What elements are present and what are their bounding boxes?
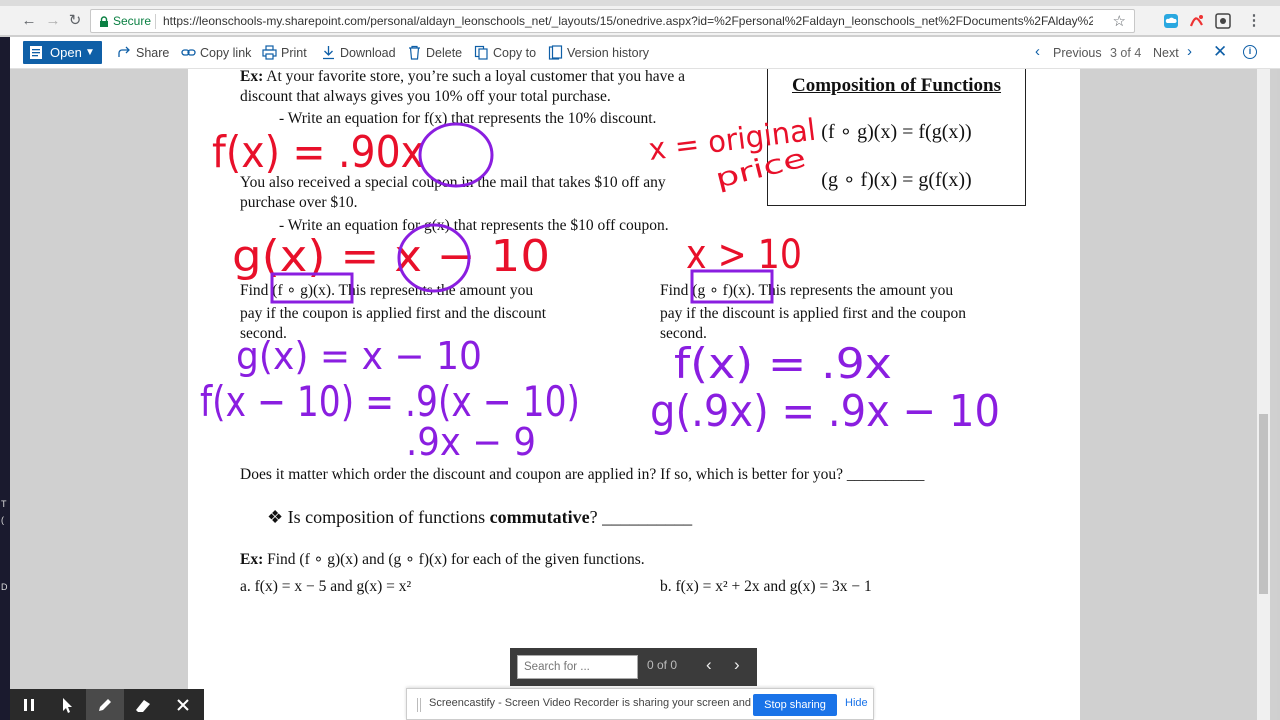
find-previous-icon[interactable]: ‹ <box>706 654 712 676</box>
next-button[interactable]: Next <box>1153 44 1179 62</box>
browser-menu-icon[interactable]: ⋮ <box>1243 10 1265 32</box>
close-icon[interactable]: ✕ <box>1213 42 1227 62</box>
edge-glyph: T <box>1 499 7 509</box>
pen-tool-button[interactable] <box>86 689 124 720</box>
pause-button[interactable] <box>10 689 48 720</box>
word-doc-icon <box>30 46 42 59</box>
find-input[interactable] <box>517 655 638 679</box>
composition-formula-gof: (g ∘ f)(x) = g(f(x)) <box>821 169 972 191</box>
lock-icon <box>100 16 108 27</box>
find-gof-line-3: second. <box>660 325 707 342</box>
composition-box: Composition of Functions (f ∘ g)(x) = f(… <box>767 69 1026 206</box>
secure-label: Secure <box>113 14 152 28</box>
pdf-extension-icon[interactable] <box>1188 12 1206 30</box>
vertical-scrollbar[interactable] <box>1257 69 1270 720</box>
sharing-notice: Screencastify - Screen Video Recorder is… <box>429 697 785 709</box>
composition-formula-fog: (f ∘ g)(x) = f(g(x)) <box>821 121 972 143</box>
annotation-toolbar <box>10 689 204 720</box>
composition-title: Composition of Functions <box>791 75 1002 96</box>
coupon-line-2: purchase over $10. <box>240 194 358 211</box>
find-fog-line-3: second. <box>240 325 287 342</box>
next-chevron-icon[interactable]: › <box>1187 42 1192 62</box>
forward-arrow-icon[interactable]: → <box>42 10 64 32</box>
chevron-down-icon: ▼ <box>85 47 95 58</box>
close-icon <box>177 699 189 711</box>
document-toolbar: Open ▼ Share Copy link Print Download De… <box>0 37 1280 69</box>
copy-to-button[interactable]: Copy to <box>474 44 536 62</box>
commutative-question: ❖ Is composition of functions commutativ… <box>267 507 693 527</box>
open-label: Open <box>50 45 82 60</box>
open-button[interactable]: Open ▼ <box>23 41 102 64</box>
info-icon[interactable]: i <box>1243 45 1257 59</box>
url-field[interactable]: Secure https://leonschools-my.sharepoint… <box>90 9 1135 33</box>
edge-glyph: D <box>1 582 8 592</box>
screen-sharing-banner: Screencastify - Screen Video Recorder is… <box>406 688 874 720</box>
find-next-icon[interactable]: › <box>734 654 740 676</box>
share-button[interactable]: Share <box>117 44 169 62</box>
hide-button[interactable]: Hide <box>845 697 868 709</box>
find-fog-line-1: Find (f ∘ g)(x). This represents the amo… <box>240 282 534 299</box>
scrollbar-thumb[interactable] <box>1259 414 1268 594</box>
pointer-tool-button[interactable] <box>48 689 86 720</box>
eraser-tool-button[interactable] <box>124 689 162 720</box>
printer-icon <box>262 45 277 60</box>
find-result-count: 0 of 0 <box>647 658 678 672</box>
order-question: Does it matter which order the discount … <box>240 466 925 483</box>
find-gof-line-2: pay if the discount is applied first and… <box>660 305 967 322</box>
find-fog-line-2: pay if the coupon is applied first and t… <box>240 305 547 322</box>
page-counter: 3 of 4 <box>1110 46 1142 60</box>
link-icon <box>181 49 196 56</box>
example-2-line: Ex: Find (f ∘ g)(x) and (g ∘ f)(x) for e… <box>240 551 645 568</box>
url-text: https://leonschools-my.sharepoint.com/pe… <box>163 14 1093 28</box>
download-button[interactable]: Download <box>321 44 396 62</box>
cursor-icon <box>63 698 72 713</box>
desktop-edge: T ( D <box>0 37 10 720</box>
cloud-extension-icon[interactable] <box>1162 12 1180 30</box>
example-2-part-a: a. f(x) = x − 5 and g(x) = x² <box>240 578 412 595</box>
close-annotation-button[interactable] <box>164 689 202 720</box>
eraser-icon <box>136 700 150 712</box>
drag-handle-icon[interactable] <box>417 698 421 712</box>
example-1-line-1: Ex: At your favorite store, you’re such … <box>240 68 686 85</box>
download-icon <box>323 46 334 60</box>
pen-icon <box>99 699 111 711</box>
history-icon <box>548 45 563 60</box>
example-2-part-b: b. f(x) = x² + 2x and g(x) = 3x − 1 <box>660 578 872 595</box>
print-button[interactable]: Print <box>262 44 307 62</box>
omnibox-divider <box>155 14 156 29</box>
previous-chevron-icon[interactable]: ‹ <box>1035 42 1040 62</box>
pause-icon <box>24 699 34 711</box>
example-1-line-2: discount that always gives you 10% off y… <box>240 88 611 105</box>
delete-button[interactable]: Delete <box>407 44 462 62</box>
version-history-button[interactable]: Version history <box>548 44 649 62</box>
reload-icon[interactable]: ↻ <box>64 10 86 32</box>
previous-button[interactable]: Previous <box>1053 44 1102 62</box>
bookmark-star-icon[interactable]: ☆ <box>1113 12 1126 30</box>
copy-link-button[interactable]: Copy link <box>181 44 251 62</box>
coupon-line-1: You also received a special coupon in th… <box>240 174 666 191</box>
find-gof-line-1: Find (g ∘ f)(x). This represents the amo… <box>660 282 954 299</box>
bullet-write-f: - Write an equation for f(x) that repres… <box>279 110 657 127</box>
trash-icon <box>409 45 420 60</box>
browser-address-bar: ← → ↻ Secure https://leonschools-my.shar… <box>0 6 1280 36</box>
copy-icon <box>474 45 488 60</box>
stop-sharing-button[interactable]: Stop sharing <box>753 694 837 716</box>
back-arrow-icon[interactable]: ← <box>18 10 40 32</box>
bullet-write-g: - Write an equation for g(x) that repres… <box>279 217 669 234</box>
share-icon <box>118 46 130 57</box>
find-panel: 0 of 0 ‹ › <box>510 648 757 686</box>
screencastify-extension-icon[interactable] <box>1214 12 1232 30</box>
edge-glyph: ( <box>1 515 4 525</box>
